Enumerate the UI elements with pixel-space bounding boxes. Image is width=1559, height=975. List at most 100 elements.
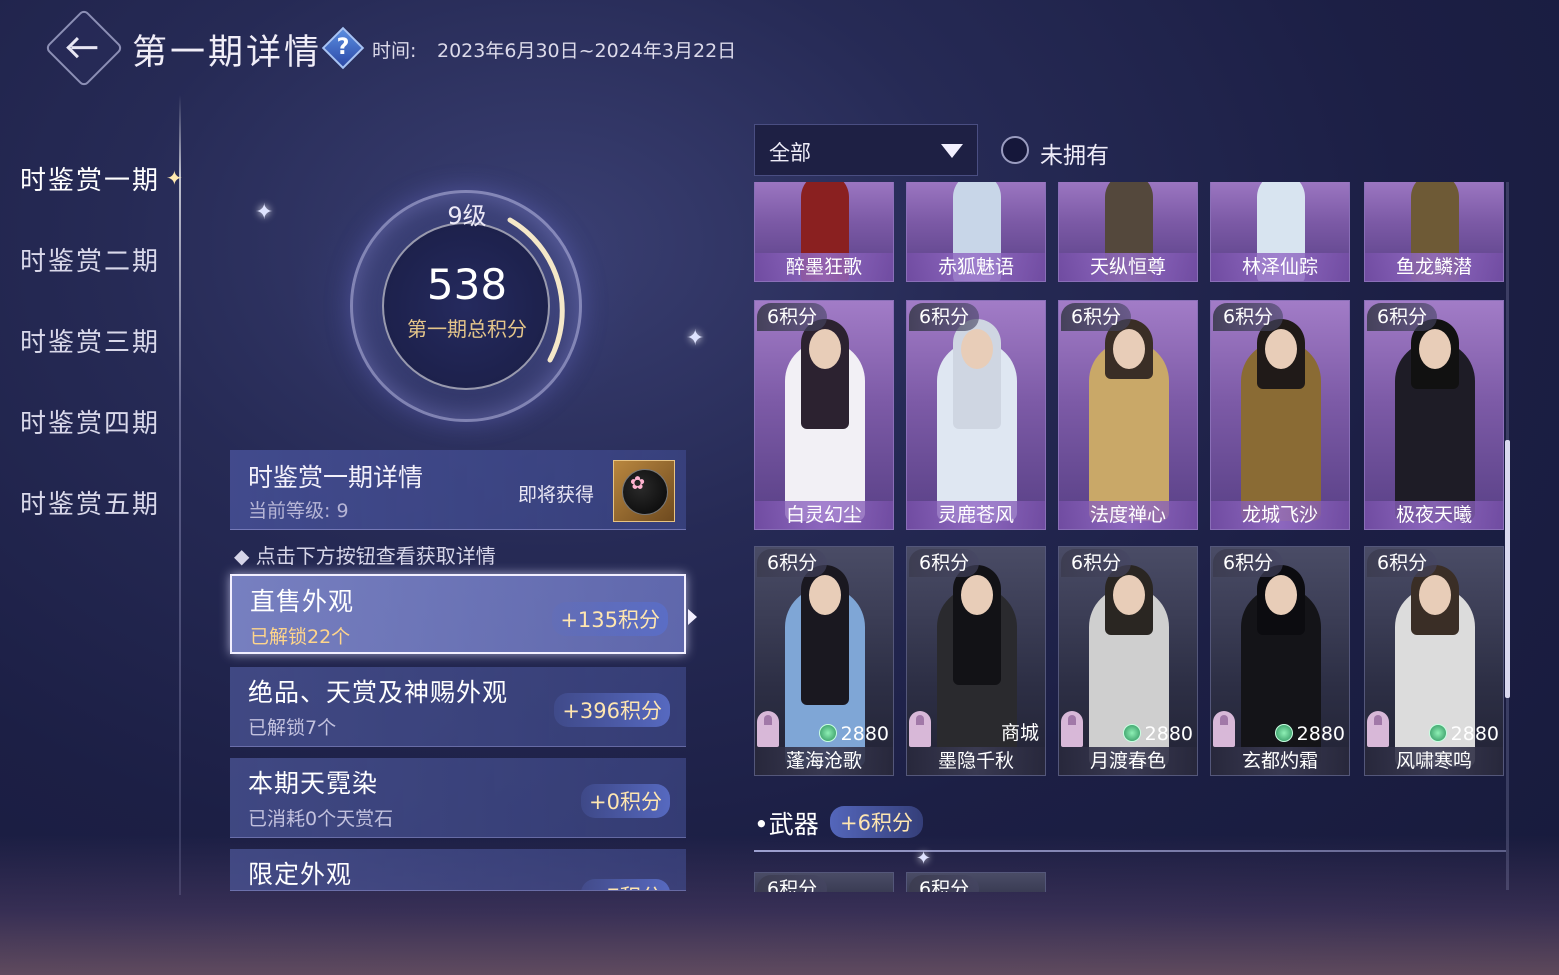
category-points: +7积分 <box>581 879 670 890</box>
price-tag: 2880 <box>1122 723 1193 745</box>
unowned-label[interactable]: 未拥有 <box>1040 136 1109 170</box>
category-sub: 已消耗0个天赏石 <box>248 808 394 830</box>
outfit-name: 白灵幻尘 <box>755 501 893 529</box>
category-name: 直售外观 <box>250 587 355 616</box>
outfit-card[interactable]: 6积分 2880 玄都灼霜 <box>1210 546 1350 776</box>
character-head <box>1265 329 1297 369</box>
character-head <box>1113 329 1145 369</box>
category-name: 本期天霓染 <box>248 769 379 798</box>
jade-coin-icon <box>1274 724 1293 742</box>
category-sub: 已解锁7个 <box>248 717 337 739</box>
category-limited[interactable]: 限定外观 +7积分 <box>230 849 686 891</box>
character-head <box>1113 575 1145 615</box>
page-title: 第一期详情 <box>132 33 323 73</box>
outfit-name: 林泽仙踪 <box>1211 253 1349 281</box>
filter-value: 全部 <box>769 141 811 165</box>
points-badge: 6积分 <box>1367 549 1438 577</box>
nav-item-period-3[interactable]: 时鉴赏三期 <box>20 322 160 359</box>
price-tag: 2880 <box>1428 723 1499 745</box>
nav-item-period-5[interactable]: 时鉴赏五期 <box>20 484 160 521</box>
category-points: +135积分 <box>552 602 668 636</box>
lock-icon <box>909 711 931 747</box>
upcoming-reward-label: 即将获得 <box>518 484 595 506</box>
points-badge: 6积分 <box>1213 549 1284 577</box>
category-premium[interactable]: 绝品、天赏及神赐外观 已解锁7个 +396积分 <box>230 667 686 747</box>
character-head <box>961 329 993 369</box>
nav-divider <box>179 95 181 895</box>
points-badge: 6积分 <box>909 549 980 577</box>
back-button[interactable] <box>44 8 124 88</box>
outfit-name: 鱼龙鳞潜 <box>1365 253 1503 281</box>
category-dye[interactable]: 本期天霓染 已消耗0个天赏石 +0积分 <box>230 758 686 838</box>
score-caption: 第一期总积分 <box>407 317 527 341</box>
outfit-name: 醉墨狂歌 <box>755 253 893 281</box>
price-tag: 2880 <box>1274 723 1345 745</box>
outfit-card[interactable]: 醉墨狂歌 <box>754 182 894 282</box>
outfit-card[interactable]: 6积分 商城 墨隐千秋 <box>906 546 1046 776</box>
points-badge: 6积分 <box>1367 303 1438 331</box>
weapon-section-title: •武器 <box>754 810 819 839</box>
lock-icon <box>1061 711 1083 747</box>
price-tag: 2880 <box>818 723 889 745</box>
category-name: 限定外观 <box>248 860 353 889</box>
outfit-name: 月渡春色 <box>1059 747 1197 775</box>
jade-coin-icon <box>1122 724 1141 742</box>
filter-dropdown[interactable]: 全部 <box>754 124 978 176</box>
chevron-down-icon <box>941 144 963 158</box>
period-detail-card[interactable]: 时鉴赏一期详情 当前等级: 9 即将获得 ✿ <box>230 450 686 530</box>
time-value: 2023年6月30日~2024年3月22日 <box>437 40 737 62</box>
outfit-card[interactable]: 6积分 龙城飞沙 <box>1210 300 1350 530</box>
outfit-card[interactable]: 6积分 极夜天曦 <box>1364 300 1504 530</box>
character-head <box>1265 575 1297 615</box>
nav-item-period-2[interactable]: 时鉴赏二期 <box>20 241 160 278</box>
points-badge: 6积分 <box>1061 549 1132 577</box>
total-score: 538 <box>426 260 508 309</box>
outfit-card[interactable]: 6积分 法度禅心 <box>1058 300 1198 530</box>
weapon-card[interactable]: 6积分 <box>754 872 894 892</box>
time-label: 时间: <box>372 40 417 62</box>
points-badge: 6积分 <box>757 549 828 577</box>
outfit-card[interactable]: 6积分 2880 风啸寒鸣 <box>1364 546 1504 776</box>
lock-icon <box>1213 711 1235 747</box>
nav-item-period-4[interactable]: 时鉴赏四期 <box>20 403 160 440</box>
weapon-card[interactable]: 6积分 <box>906 872 1046 892</box>
lock-icon <box>1367 711 1389 747</box>
shop-label: 商城 <box>1000 722 1039 744</box>
outfit-card[interactable]: 林泽仙踪 <box>1210 182 1350 282</box>
outfit-name: 蓬海沧歌 <box>755 747 893 775</box>
category-sub: 已解锁22个 <box>250 626 351 648</box>
points-badge: 6积分 <box>909 303 980 331</box>
hint-text: ◆ 点击下方按钮查看获取详情 <box>234 544 496 568</box>
scrollbar-thumb[interactable] <box>1505 440 1510 698</box>
category-points: +396积分 <box>554 693 670 727</box>
points-badge: 6积分 <box>909 875 980 892</box>
question-icon[interactable]: ? <box>321 26 365 70</box>
outfit-name: 玄都灼霜 <box>1211 747 1349 775</box>
category-points: +0积分 <box>581 784 670 818</box>
outfit-card[interactable]: 天纵恒尊 <box>1058 182 1198 282</box>
jade-coin-icon <box>818 724 837 742</box>
outfit-card[interactable]: 6积分 白灵幻尘 <box>754 300 894 530</box>
outfit-name: 赤狐魅语 <box>907 253 1045 281</box>
outfit-name: 风啸寒鸣 <box>1365 747 1503 775</box>
sparkle-icon: ✦ <box>255 200 274 225</box>
current-level: 当前等级: 9 <box>248 500 349 522</box>
outfit-name: 法度禅心 <box>1059 501 1197 529</box>
outfit-card[interactable]: 鱼龙鳞潜 <box>1364 182 1504 282</box>
upcoming-reward-item[interactable]: ✿ <box>613 460 675 522</box>
sparkle-icon: ✦ <box>916 848 932 869</box>
outfit-card[interactable]: 6积分 灵鹿苍风 <box>906 300 1046 530</box>
jade-coin-icon <box>1428 724 1447 742</box>
category-direct-sale[interactable]: 直售外观 已解锁22个 +135积分 <box>230 574 686 654</box>
outfit-card[interactable]: 6积分 2880 月渡春色 <box>1058 546 1198 776</box>
character-head <box>809 575 841 615</box>
nav-item-period-1[interactable]: 时鉴赏一期 <box>20 160 160 197</box>
outfit-card[interactable]: 6积分 2880 蓬海沧歌 <box>754 546 894 776</box>
active-pointer-icon <box>688 609 697 625</box>
points-badge: 6积分 <box>757 875 828 892</box>
category-name: 绝品、天赏及神赐外观 <box>248 678 509 707</box>
outfit-name: 极夜天曦 <box>1365 501 1503 529</box>
outfit-name: 龙城飞沙 <box>1211 501 1349 529</box>
unowned-radio[interactable] <box>1001 136 1029 164</box>
outfit-card[interactable]: 赤狐魅语 <box>906 182 1046 282</box>
